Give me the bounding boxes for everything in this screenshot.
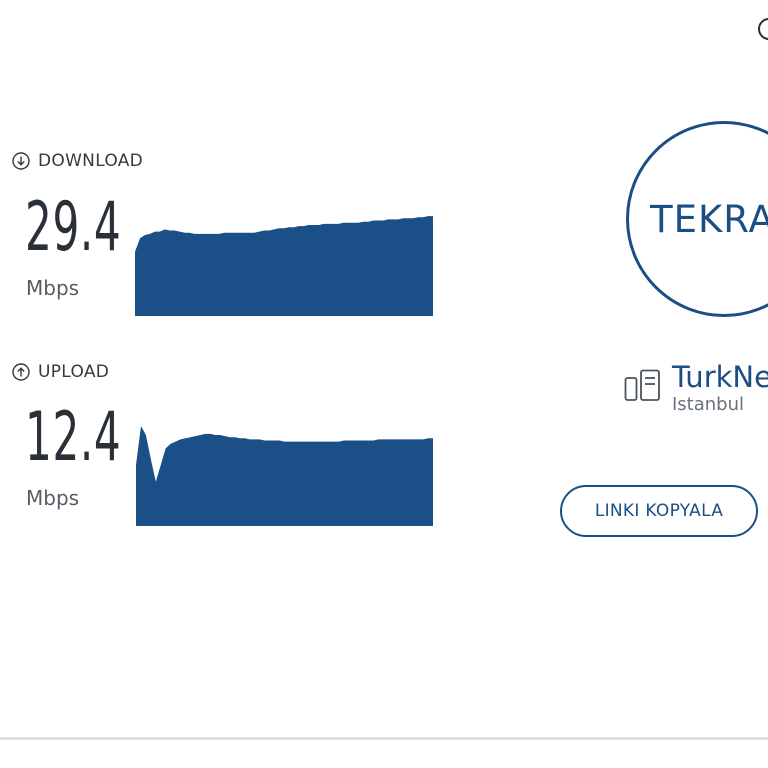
server-icon [624,369,660,401]
upload-graph-area [136,426,433,526]
copy-link-button[interactable]: LINKI KOPYALA [560,485,758,537]
divider [0,737,768,740]
restart-test-label[interactable]: TEKRA [650,198,768,241]
upload-header: UPLOAD [12,362,109,382]
upload-speed-value: 12.4 [25,398,122,477]
download-graph [135,216,433,316]
top-right-circle-icon[interactable] [758,18,768,40]
download-label: DOWNLOAD [38,151,144,171]
download-header: DOWNLOAD [12,151,143,171]
download-speed-value: 29.4 [25,188,122,267]
upload-label: UPLOAD [38,362,110,382]
upload-graph [136,426,433,526]
server-location: Istanbul [672,394,745,415]
download-unit: Mbps [26,276,80,300]
arrow-down-circle-icon [12,152,30,170]
download-graph-area [135,216,433,316]
upload-unit: Mbps [26,486,80,510]
server-name[interactable]: TurkNe [672,360,768,394]
speedtest-results-page: DOWNLOAD 29.4 Mbps UPLOAD 12.4 Mbps TEKR… [0,0,768,768]
arrow-up-circle-icon [12,363,30,381]
